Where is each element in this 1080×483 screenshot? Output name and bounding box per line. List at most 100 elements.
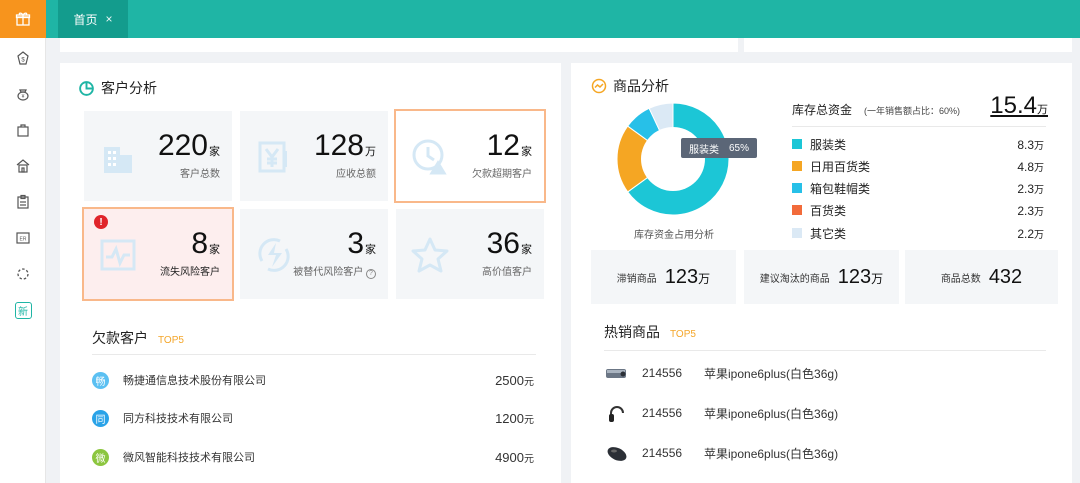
clipboard-icon	[17, 194, 29, 209]
legend-swatch	[792, 183, 802, 193]
yen-invoice-icon	[258, 141, 287, 173]
stat-tile-replacement-risk[interactable]: 3家 被替代风险客户 ?	[240, 209, 388, 299]
list-item[interactable]: 畅 畅捷通信息技术股份有限公司 2500元	[92, 370, 534, 390]
list-item[interactable]: 同 同方科技技术有限公司 1200元	[92, 408, 534, 428]
projector-icon	[606, 369, 626, 378]
rail-item-report[interactable]: ER	[0, 220, 46, 256]
tab-home-label: 首页	[73, 12, 98, 27]
shopping-bag-icon	[17, 124, 29, 137]
building-icon	[104, 147, 132, 173]
money-bag-icon: $	[17, 51, 29, 65]
stat-suggest-eliminate[interactable]: 建议淘汰的商品 123万	[744, 250, 899, 304]
alert-icon: !	[94, 215, 108, 229]
company-name: 同方科技技术有限公司	[123, 413, 233, 425]
company-avatar: 畅	[92, 371, 109, 389]
rail-item-finance[interactable]: $	[0, 40, 46, 76]
debt-amount: 2500元	[495, 372, 534, 388]
mouse-icon	[607, 447, 627, 461]
stat-value: 3家	[347, 227, 376, 260]
company-avatar: 同	[92, 409, 109, 427]
customer-analysis-title: 客户分析	[78, 78, 157, 98]
stat-label: 客户总数	[180, 169, 220, 180]
report-icon: ER	[16, 232, 30, 244]
stat-tile-churn-risk[interactable]: ! 8家 流失风险客户	[82, 207, 234, 301]
rail-item-orders[interactable]	[0, 184, 46, 220]
headphones-icon	[609, 406, 624, 422]
stat-value: 36家	[486, 227, 532, 260]
stat-value: 12家	[486, 129, 532, 162]
company-avatar: 微	[92, 448, 109, 466]
legend-item[interactable]: 日用百货类 4.8万	[792, 157, 1044, 175]
previous-panel-strip	[60, 38, 738, 52]
close-icon[interactable]: ×	[106, 12, 113, 26]
pulse-chart-icon	[100, 239, 136, 271]
rail-item-sync[interactable]	[0, 256, 46, 292]
company-name: 畅捷通信息技术股份有限公司	[123, 375, 266, 387]
svg-text:$: $	[21, 58, 25, 64]
list-item[interactable]: 214556 苹果ipone6plus(白色36g)	[604, 441, 1034, 465]
stat-label: 高价值客户	[482, 267, 532, 278]
lightning-circle-icon	[258, 238, 290, 272]
donut-caption: 库存资金占用分析	[634, 230, 714, 241]
clock-warning-icon	[412, 139, 447, 175]
svg-text:ER: ER	[20, 237, 27, 243]
legend-item[interactable]: 箱包鞋帽类 2.3万	[792, 179, 1044, 197]
stat-tile-receivables[interactable]: 128万 应收总额	[240, 111, 388, 201]
rail-item-store[interactable]	[0, 148, 46, 184]
stat-value: 128万	[313, 129, 376, 162]
previous-panel-strip	[744, 38, 1072, 52]
legend-item[interactable]: 百货类 2.3万	[792, 201, 1044, 219]
stat-value: 8家	[191, 227, 220, 260]
stat-label: 欠款超期客户	[472, 169, 532, 180]
rail-item-sales[interactable]	[0, 112, 46, 148]
legend-item[interactable]: 其它类 2.2万	[792, 224, 1044, 242]
svg-text:¥: ¥	[22, 94, 25, 100]
legend-swatch	[792, 139, 802, 149]
coin-bag-icon: ¥	[17, 89, 29, 101]
stat-label: 应收总额	[336, 169, 376, 180]
stat-tile-total-customers[interactable]: 220家 客户总数	[84, 111, 232, 201]
stat-tile-high-value[interactable]: 36家 高价值客户	[396, 209, 544, 299]
company-name: 微风智能科技技术有限公司	[123, 452, 255, 464]
legend-swatch	[792, 228, 802, 238]
hot-products-title: 热销商品 TOP5	[604, 324, 696, 340]
debt-amount: 4900元	[495, 449, 534, 465]
top5-badge: TOP5	[158, 335, 184, 346]
legend-item[interactable]: 服装类 8.3万	[792, 135, 1044, 153]
top-bar: 首页 ×	[46, 0, 1080, 38]
inventory-total: 库存总资金 (一年销售额占比：60%) 15.4万	[792, 92, 1048, 119]
stat-value: 220家	[157, 129, 220, 162]
stat-tile-overdue-customers[interactable]: 12家 欠款超期客户	[394, 109, 546, 203]
inventory-donut-chart[interactable]	[615, 101, 731, 217]
divider	[604, 350, 1046, 351]
divider	[92, 354, 536, 355]
left-rail: $ ¥ ER 新	[0, 0, 46, 483]
list-item[interactable]: 214556 苹果ipone6plus(白色36g)	[604, 361, 1034, 385]
rail-item-new[interactable]: 新	[0, 292, 46, 328]
debt-customers-title: 欠款客户 TOP5	[92, 330, 184, 346]
tab-home[interactable]: 首页 ×	[58, 0, 128, 38]
rail-top-gift[interactable]	[0, 0, 46, 38]
shop-icon	[16, 159, 30, 173]
loading-icon	[17, 268, 29, 280]
pie-chart-icon	[79, 80, 94, 96]
product-analysis-title: 商品分析	[591, 76, 669, 96]
trend-circle-icon	[591, 78, 607, 94]
help-icon[interactable]: ?	[366, 269, 376, 279]
new-badge-icon: 新	[14, 301, 32, 319]
stat-label: 被替代风险客户 ?	[293, 263, 376, 279]
list-item[interactable]: 214556 苹果ipone6plus(白色36g)	[604, 401, 1034, 425]
chart-tooltip: 服装类 65%	[681, 138, 758, 158]
list-item[interactable]: 微 微风智能科技技术有限公司 4900元	[92, 447, 534, 467]
stat-total-products[interactable]: 商品总数 432	[905, 250, 1058, 304]
stat-slow-moving[interactable]: 滞销商品 123万	[591, 250, 736, 304]
stat-label: 流失风险客户	[160, 267, 220, 278]
star-icon	[411, 237, 449, 273]
divider	[792, 126, 1046, 127]
legend-swatch	[792, 161, 802, 171]
legend-swatch	[792, 205, 802, 215]
top5-badge: TOP5	[670, 329, 696, 340]
rail-item-funds[interactable]: ¥	[0, 76, 46, 112]
debt-amount: 1200元	[495, 410, 534, 426]
gift-icon	[15, 12, 31, 26]
